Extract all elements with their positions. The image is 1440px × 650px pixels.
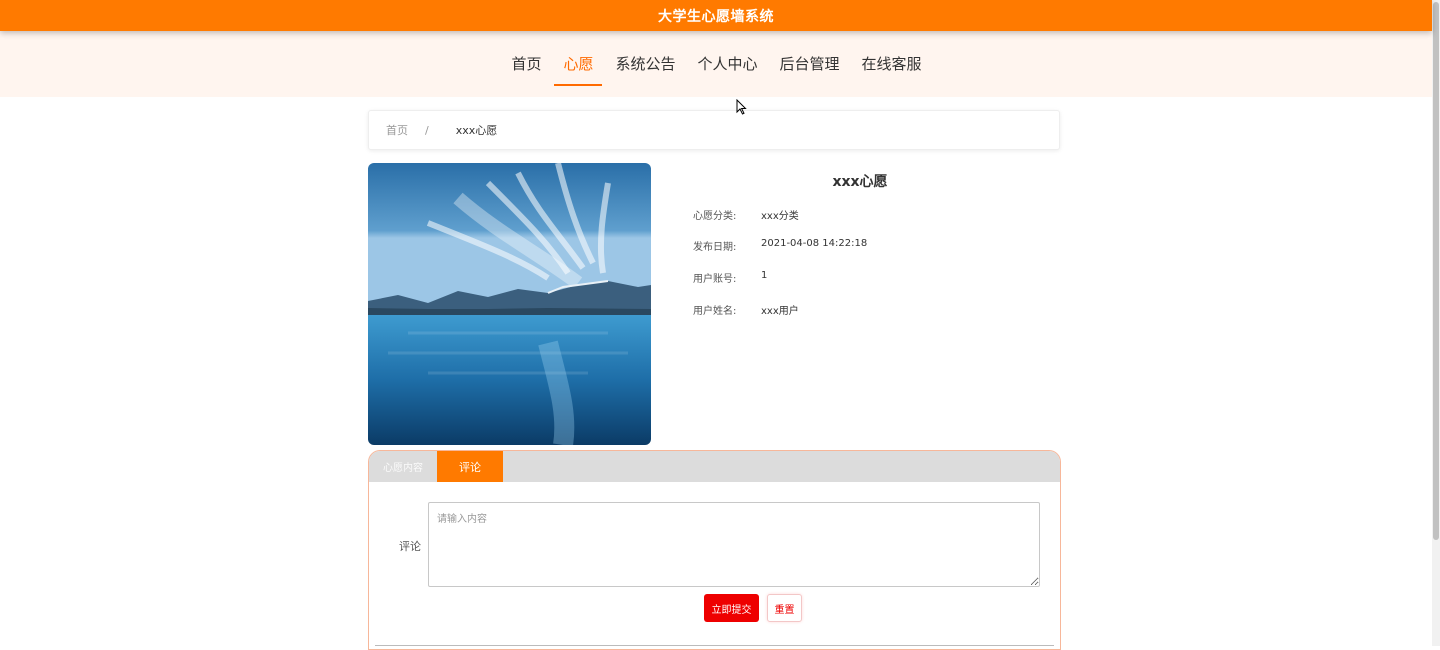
nav-item-home[interactable]: 首页 (500, 49, 552, 79)
info-row-category: 心愿分类: xxx分类 (693, 207, 799, 222)
breadcrumb-current: xxx心愿 (455, 124, 498, 137)
submit-button[interactable]: 立即提交 (704, 594, 759, 622)
wish-image (368, 163, 651, 445)
info-value: xxx分类 (761, 211, 799, 222)
tab-wish-content[interactable]: 心愿内容 (369, 451, 437, 482)
nav-item-online-service[interactable]: 在线客服 (851, 49, 933, 79)
detail-tabs-panel: 心愿内容 评论 评论 立即提交 重置 (368, 450, 1061, 650)
main-nav: 首页 心愿 系统公告 个人中心 后台管理 在线客服 (0, 31, 1432, 97)
info-label: 用户账号: (693, 274, 737, 285)
breadcrumb-separator: / (425, 123, 429, 137)
comment-input[interactable] (428, 502, 1040, 587)
info-value: xxx用户 (761, 306, 799, 317)
info-row-date: 发布日期: 2021-04-08 14:22:18 (693, 238, 867, 253)
wish-title: xxx心愿 (832, 174, 888, 190)
info-label: 用户姓名: (693, 306, 737, 317)
tab-header: 心愿内容 评论 (369, 451, 1060, 482)
info-row-username: 用户姓名: xxx用户 (693, 302, 799, 317)
breadcrumb: 首页 / xxx心愿 (368, 110, 1060, 150)
page-scrollbar[interactable] (1432, 0, 1440, 646)
nav-item-announcements[interactable]: 系统公告 (604, 49, 686, 79)
mouse-cursor-icon (736, 99, 747, 115)
tab-comments[interactable]: 评论 (437, 451, 503, 482)
info-label: 心愿分类: (693, 211, 737, 222)
info-label: 发布日期: (693, 242, 737, 253)
breadcrumb-home-link[interactable]: 首页 (386, 122, 408, 138)
top-header-bar: 大学生心愿墙系统 (0, 0, 1432, 31)
nav-item-wish[interactable]: 心愿 (552, 49, 604, 86)
info-value: 2021-04-08 14:22:18 (761, 238, 868, 249)
info-row-account: 用户账号: 1 (693, 270, 767, 285)
nav-list: 首页 心愿 系统公告 个人中心 后台管理 在线客服 (500, 49, 933, 86)
reset-button[interactable]: 重置 (767, 594, 802, 622)
site-title: 大学生心愿墙系统 (658, 8, 774, 25)
nav-item-personal-center[interactable]: 个人中心 (687, 49, 769, 79)
nav-item-admin[interactable]: 后台管理 (769, 49, 851, 79)
comment-label: 评论 (399, 540, 421, 553)
info-value: 1 (761, 270, 768, 281)
scrollbar-thumb[interactable] (1433, 2, 1439, 540)
